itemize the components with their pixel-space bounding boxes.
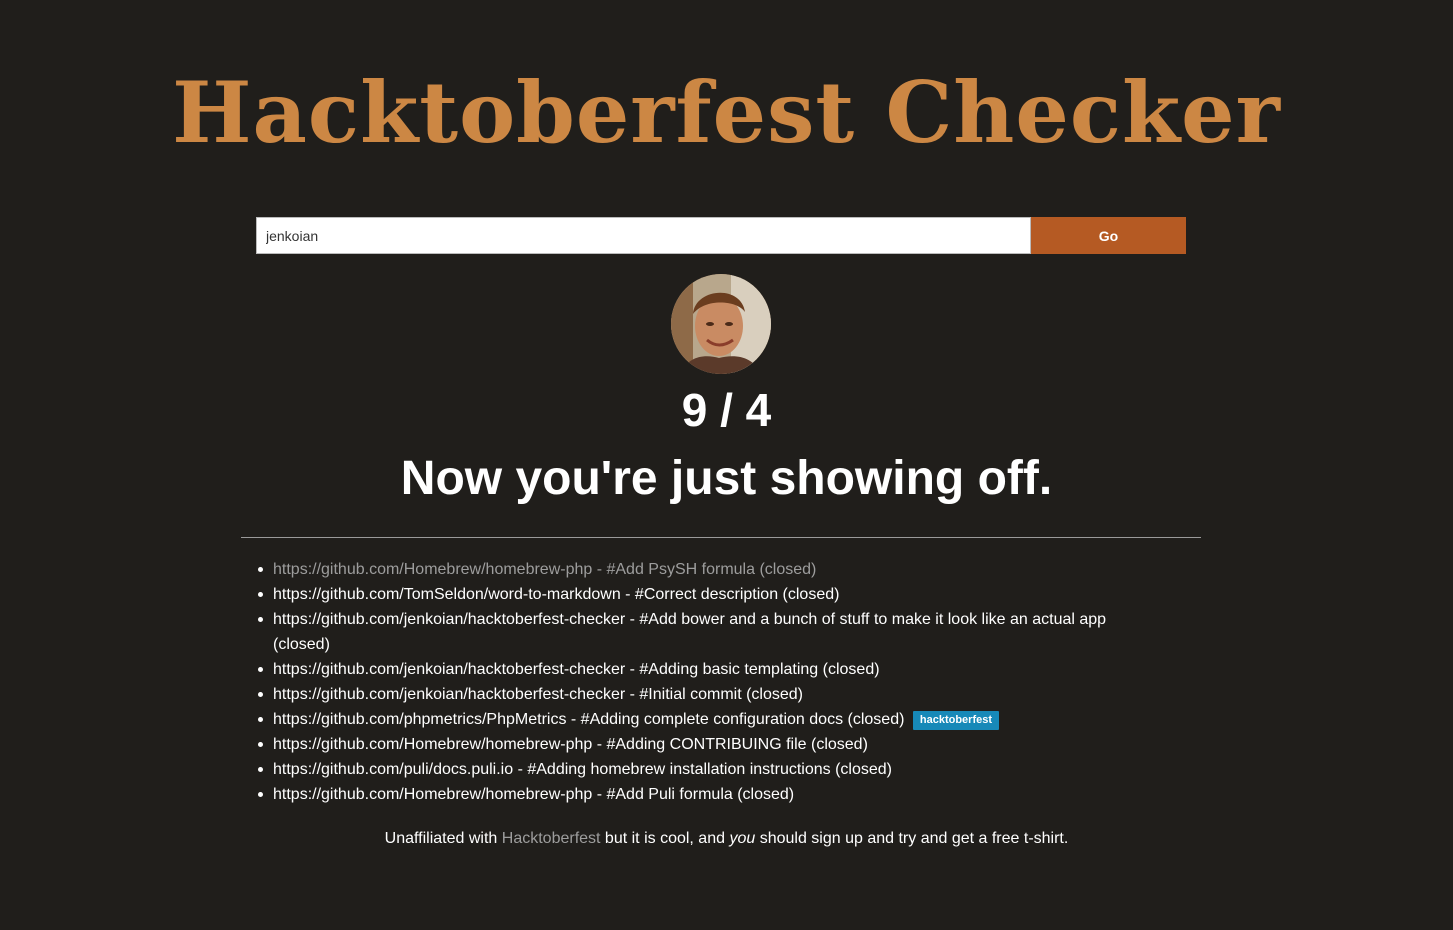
user-avatar xyxy=(671,274,771,374)
footer-emphasis: you xyxy=(729,830,756,847)
go-button[interactable]: Go xyxy=(1031,217,1186,254)
pull-request-item: https://github.com/Homebrew/homebrew-php… xyxy=(258,557,1143,582)
username-input[interactable] xyxy=(256,217,1031,254)
hacktoberfest-badge: hacktoberfest xyxy=(912,711,1000,730)
page-title: Hacktoberfest Checker xyxy=(172,63,1281,162)
pull-request-link[interactable]: https://github.com/TomSeldon/word-to-mar… xyxy=(273,586,839,603)
footer-text-middle: but it is cool, and xyxy=(600,830,730,847)
pull-request-item: https://github.com/TomSeldon/word-to-mar… xyxy=(258,582,1143,607)
pull-request-list: https://github.com/Homebrew/homebrew-php… xyxy=(258,557,1143,807)
pull-request-link[interactable]: https://github.com/phpmetrics/PhpMetrics… xyxy=(273,711,904,728)
pull-request-item: https://github.com/jenkoian/hacktoberfes… xyxy=(258,682,1143,707)
contribution-score: 9 / 4 xyxy=(681,384,772,436)
pull-request-item: https://github.com/Homebrew/homebrew-php… xyxy=(258,782,1143,807)
pull-request-link[interactable]: https://github.com/jenkoian/hacktoberfes… xyxy=(273,661,880,678)
result-message: Now you're just showing off. xyxy=(400,452,1053,505)
pull-request-item: https://github.com/puli/docs.puli.io - #… xyxy=(258,757,1143,782)
pull-request-item: https://github.com/Homebrew/homebrew-php… xyxy=(258,732,1143,757)
search-form: Go xyxy=(256,217,1186,254)
pull-request-link[interactable]: https://github.com/Homebrew/homebrew-php… xyxy=(273,786,794,803)
pull-request-link[interactable]: https://github.com/jenkoian/hacktoberfes… xyxy=(273,686,803,703)
pull-request-link[interactable]: https://github.com/jenkoian/hacktoberfes… xyxy=(273,611,1106,653)
pull-request-link[interactable]: https://github.com/puli/docs.puli.io - #… xyxy=(273,761,892,778)
footer: Unaffiliated with Hacktoberfest but it i… xyxy=(0,827,1453,851)
pull-request-item: https://github.com/jenkoian/hacktoberfes… xyxy=(258,657,1143,682)
pull-request-item: https://github.com/jenkoian/hacktoberfes… xyxy=(258,607,1143,657)
pull-request-link[interactable]: https://github.com/Homebrew/homebrew-php… xyxy=(273,736,868,753)
footer-text-prefix: Unaffiliated with xyxy=(384,830,502,847)
pull-request-link[interactable]: https://github.com/Homebrew/homebrew-php… xyxy=(273,561,816,578)
divider xyxy=(241,537,1201,538)
page: Hacktoberfest Checker Go 9 / 4 Now you'r… xyxy=(0,0,1453,930)
hacktoberfest-link[interactable]: Hacktoberfest xyxy=(502,830,601,847)
pull-request-item: https://github.com/phpmetrics/PhpMetrics… xyxy=(258,707,1143,732)
footer-text-suffix: should sign up and try and get a free t-… xyxy=(755,830,1069,847)
